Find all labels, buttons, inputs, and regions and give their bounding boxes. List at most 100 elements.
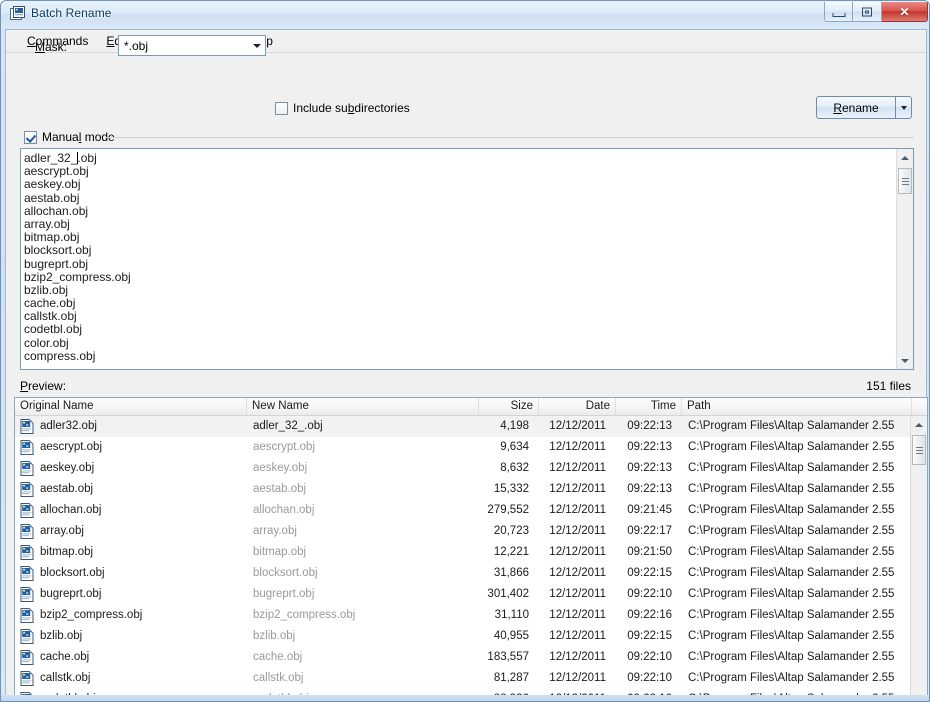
maximize-button[interactable]: [853, 2, 882, 22]
preview-listview[interactable]: Original Name New Name Size Date Time Path ad…: [14, 397, 928, 701]
table-row[interactable]: callstk.obj callstk.obj 81,287 12/12/2011 09…: [15, 668, 910, 689]
cell-original: aescrypt.obj: [40, 441, 103, 453]
cell-time: 09:22:10: [627, 588, 672, 600]
editor-line[interactable]: cache.obj: [24, 296, 893, 310]
cell-size: 81,287: [493, 672, 529, 684]
table-row[interactable]: bzip2_compress.obj bzip2_compress.obj 31,1…: [15, 605, 910, 626]
batch-rename-window: Batch Rename ✕ Commands Edit View Option…: [0, 0, 930, 702]
column-header-path[interactable]: Path: [682, 398, 912, 415]
cell-path: C:\Program Files\Altap Salamander 2.55: [688, 420, 895, 432]
cell-path: C:\Program Files\Altap Salamander 2.55: [688, 504, 895, 516]
cell-newname: blocksort.obj: [253, 567, 318, 579]
mask-combobox[interactable]: *.obj: [118, 35, 266, 56]
cell-size: 4,198: [500, 420, 529, 432]
cell-date: 12/12/2011: [549, 462, 606, 474]
table-row[interactable]: bzlib.obj bzlib.obj 40,955 12/12/2011 09:22:…: [15, 626, 910, 647]
cell-newname: callstk.obj: [253, 672, 304, 684]
cell-original: adler32.obj: [40, 420, 97, 432]
editor-line[interactable]: aeskey.obj: [24, 178, 893, 191]
scroll-up-button[interactable]: [897, 149, 913, 166]
client-area: Commands Edit View Options Help Mask: *.…: [5, 29, 928, 701]
table-row[interactable]: aeskey.obj aeskey.obj 8,632 12/12/2011 09:22…: [15, 458, 910, 479]
editor-scrollbar[interactable]: [896, 149, 913, 369]
arrow-up-icon: [901, 155, 909, 160]
cell-original: aeskey.obj: [40, 462, 95, 474]
cell-date: 12/12/2011: [549, 630, 606, 642]
preview-label: Preview:: [20, 379, 67, 393]
file-count-label: 151 files: [866, 379, 911, 393]
table-row[interactable]: blocksort.obj blocksort.obj 31,866 12/12/20…: [15, 563, 910, 584]
listview-header[interactable]: Original Name New Name Size Date Time Path: [15, 398, 927, 416]
editor-line[interactable]: callstk.obj: [24, 310, 893, 323]
table-row[interactable]: adler32.obj adler_32_.obj 4,198 12/12/2011 0…: [15, 416, 910, 437]
column-header-newname[interactable]: New Name: [247, 398, 479, 415]
table-row[interactable]: aestab.obj aestab.obj 15,332 12/12/2011 09:2…: [15, 479, 910, 500]
new-names-editor[interactable]: adler_32_.obj aescrypt.obj aeskey.obj aesta…: [20, 148, 914, 370]
column-header-size[interactable]: Size: [479, 398, 539, 415]
listview-scrollbar[interactable]: [910, 416, 927, 701]
table-row[interactable]: allochan.obj allochan.obj 279,552 12/12/201…: [15, 500, 910, 521]
cell-path: C:\Program Files\Altap Salamander 2.55: [688, 588, 895, 600]
scroll-up-button[interactable]: [911, 416, 927, 433]
minimize-button[interactable]: [824, 2, 853, 22]
cell-original: bzlib.obj: [40, 630, 83, 642]
table-row[interactable]: cache.obj cache.obj 183,557 12/12/2011 09:22…: [15, 647, 910, 668]
editor-line[interactable]: array.obj: [24, 217, 893, 231]
editor-line[interactable]: color.obj: [24, 336, 893, 350]
cell-time: 09:22:10: [627, 651, 672, 663]
editor-line[interactable]: blocksort.obj: [24, 244, 893, 257]
arrow-up-icon: [915, 422, 923, 427]
editor-line[interactable]: bitmap.obj: [24, 230, 893, 244]
editor-line[interactable]: codetbl.obj: [24, 323, 893, 336]
editor-line[interactable]: aestab.obj: [24, 191, 893, 205]
cell-date: 12/12/2011: [549, 567, 606, 579]
column-header-date[interactable]: Date: [539, 398, 616, 415]
table-row[interactable]: bugreprt.obj bugreprt.obj 301,402 12/12/201…: [15, 584, 910, 605]
editor-line[interactable]: bzip2_compress.obj: [24, 270, 893, 284]
editor-lines[interactable]: adler_32_.obj aescrypt.obj aeskey.obj aesta…: [24, 151, 893, 363]
cell-newname: cache.obj: [253, 651, 303, 663]
column-header-time[interactable]: Time: [616, 398, 682, 415]
table-row[interactable]: bitmap.obj bitmap.obj 12,221 12/12/2011 09:2…: [15, 542, 910, 563]
listview-body[interactable]: adler32.obj adler_32_.obj 4,198 12/12/2011 0…: [15, 416, 910, 701]
scrollbar-thumb[interactable]: [898, 168, 912, 194]
manual-mode-checkbox[interactable]: Manual mode: [24, 130, 115, 144]
cell-original: allochan.obj: [40, 504, 102, 516]
table-row[interactable]: array.obj array.obj 20,723 12/12/2011 09:22:…: [15, 521, 910, 542]
cell-newname: aestab.obj: [253, 483, 307, 495]
cell-path: C:\Program Files\Altap Salamander 2.55: [688, 462, 895, 474]
cell-original: cache.obj: [40, 651, 90, 663]
close-button[interactable]: ✕: [882, 2, 928, 22]
rename-split-button: Rename: [816, 96, 912, 119]
cell-newname: allochan.obj: [253, 504, 315, 516]
title-bar: Batch Rename ✕: [1, 1, 929, 28]
table-row[interactable]: aescrypt.obj aescrypt.obj 9,634 12/12/2011 0…: [15, 437, 910, 458]
arrow-down-icon: [901, 358, 909, 363]
rename-dropdown-button[interactable]: [896, 96, 912, 119]
editor-line[interactable]: bzlib.obj: [24, 283, 893, 297]
editor-line[interactable]: compress.obj: [24, 349, 893, 363]
mask-input[interactable]: *.obj: [124, 39, 148, 53]
cell-path: C:\Program Files\Altap Salamander 2.55: [688, 525, 895, 537]
batch-rename-icon: [9, 6, 26, 23]
editor-line[interactable]: aescrypt.obj: [24, 164, 893, 178]
chevron-down-icon: [900, 105, 907, 110]
column-header-original[interactable]: Original Name: [15, 398, 247, 415]
checkbox-box-checked: [24, 130, 37, 144]
minimize-icon: [832, 13, 845, 18]
cell-time: 09:22:13: [627, 441, 672, 453]
cell-time: 09:22:15: [627, 630, 672, 642]
mask-dropdown-button[interactable]: [248, 36, 265, 55]
rename-button[interactable]: Rename: [816, 96, 896, 119]
include-subdirectories-checkbox[interactable]: Include subdirectories: [275, 101, 410, 115]
scrollbar-thumb[interactable]: [912, 435, 926, 465]
cell-date: 12/12/2011: [549, 609, 606, 621]
cell-date: 12/12/2011: [549, 483, 606, 495]
cell-newname: bzip2_compress.obj: [253, 609, 356, 621]
scroll-down-button[interactable]: [897, 352, 913, 369]
editor-line[interactable]: adler_32_.obj: [24, 151, 893, 165]
editor-line[interactable]: bugreprt.obj: [24, 257, 893, 271]
editor-line[interactable]: allochan.obj: [24, 204, 893, 218]
cell-path: C:\Program Files\Altap Salamander 2.55: [688, 546, 895, 558]
cell-size: 8,632: [500, 462, 529, 474]
